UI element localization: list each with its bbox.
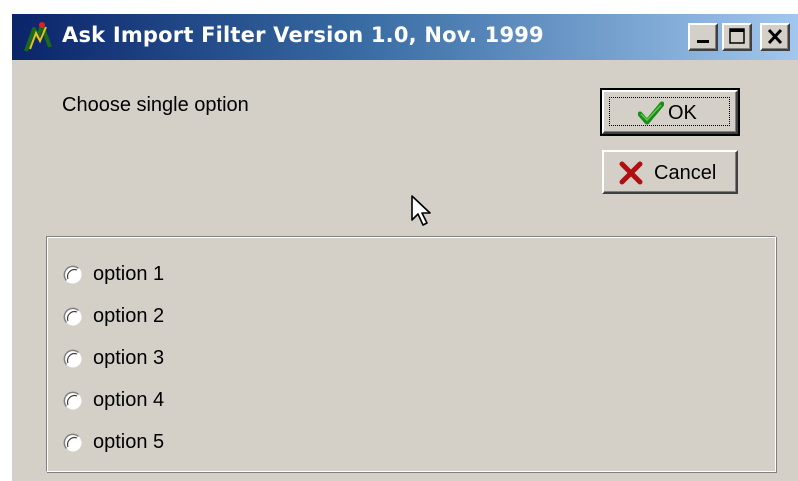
- prompt-label: Choose single option: [62, 94, 249, 116]
- close-button[interactable]: [760, 23, 790, 51]
- option-label: option 3: [93, 347, 165, 369]
- radio-button-icon[interactable]: [63, 265, 83, 285]
- radio-option-1[interactable]: option 1: [63, 261, 263, 291]
- option-label: option 5: [93, 431, 165, 453]
- radio-button-icon[interactable]: [63, 307, 83, 327]
- minimize-icon: [697, 40, 709, 43]
- app-icon: [24, 22, 52, 52]
- radio-option-4[interactable]: option 4: [63, 387, 263, 417]
- mouse-cursor-icon: [411, 195, 431, 226]
- ok-button[interactable]: OK: [600, 88, 740, 136]
- options-group: option 1 option 2 option 3 option 4 opti…: [46, 236, 776, 472]
- ok-label: OK: [668, 102, 697, 124]
- close-icon: [767, 28, 783, 45]
- x-icon: [619, 161, 643, 185]
- cancel-button[interactable]: Cancel: [602, 150, 738, 194]
- option-label: option 1: [93, 263, 165, 285]
- maximize-button[interactable]: [722, 23, 752, 51]
- maximize-icon: [729, 28, 745, 44]
- radio-option-2[interactable]: option 2: [63, 303, 263, 333]
- radio-button-icon[interactable]: [63, 391, 83, 411]
- dialog-window: Ask Import Filter Version 1.0, Nov. 1999…: [10, 12, 798, 481]
- radio-option-3[interactable]: option 3: [63, 345, 263, 375]
- radio-button-icon[interactable]: [63, 349, 83, 369]
- cancel-label: Cancel: [654, 162, 717, 184]
- radio-option-5[interactable]: option 5: [63, 429, 263, 459]
- checkmark-icon: [638, 101, 664, 125]
- option-label: option 2: [93, 305, 165, 327]
- radio-button-icon[interactable]: [63, 433, 83, 453]
- title-bar[interactable]: Ask Import Filter Version 1.0, Nov. 1999: [12, 14, 798, 60]
- minimize-button[interactable]: [688, 23, 718, 51]
- window-title: Ask Import Filter Version 1.0, Nov. 1999: [62, 23, 544, 47]
- option-label: option 4: [93, 389, 165, 411]
